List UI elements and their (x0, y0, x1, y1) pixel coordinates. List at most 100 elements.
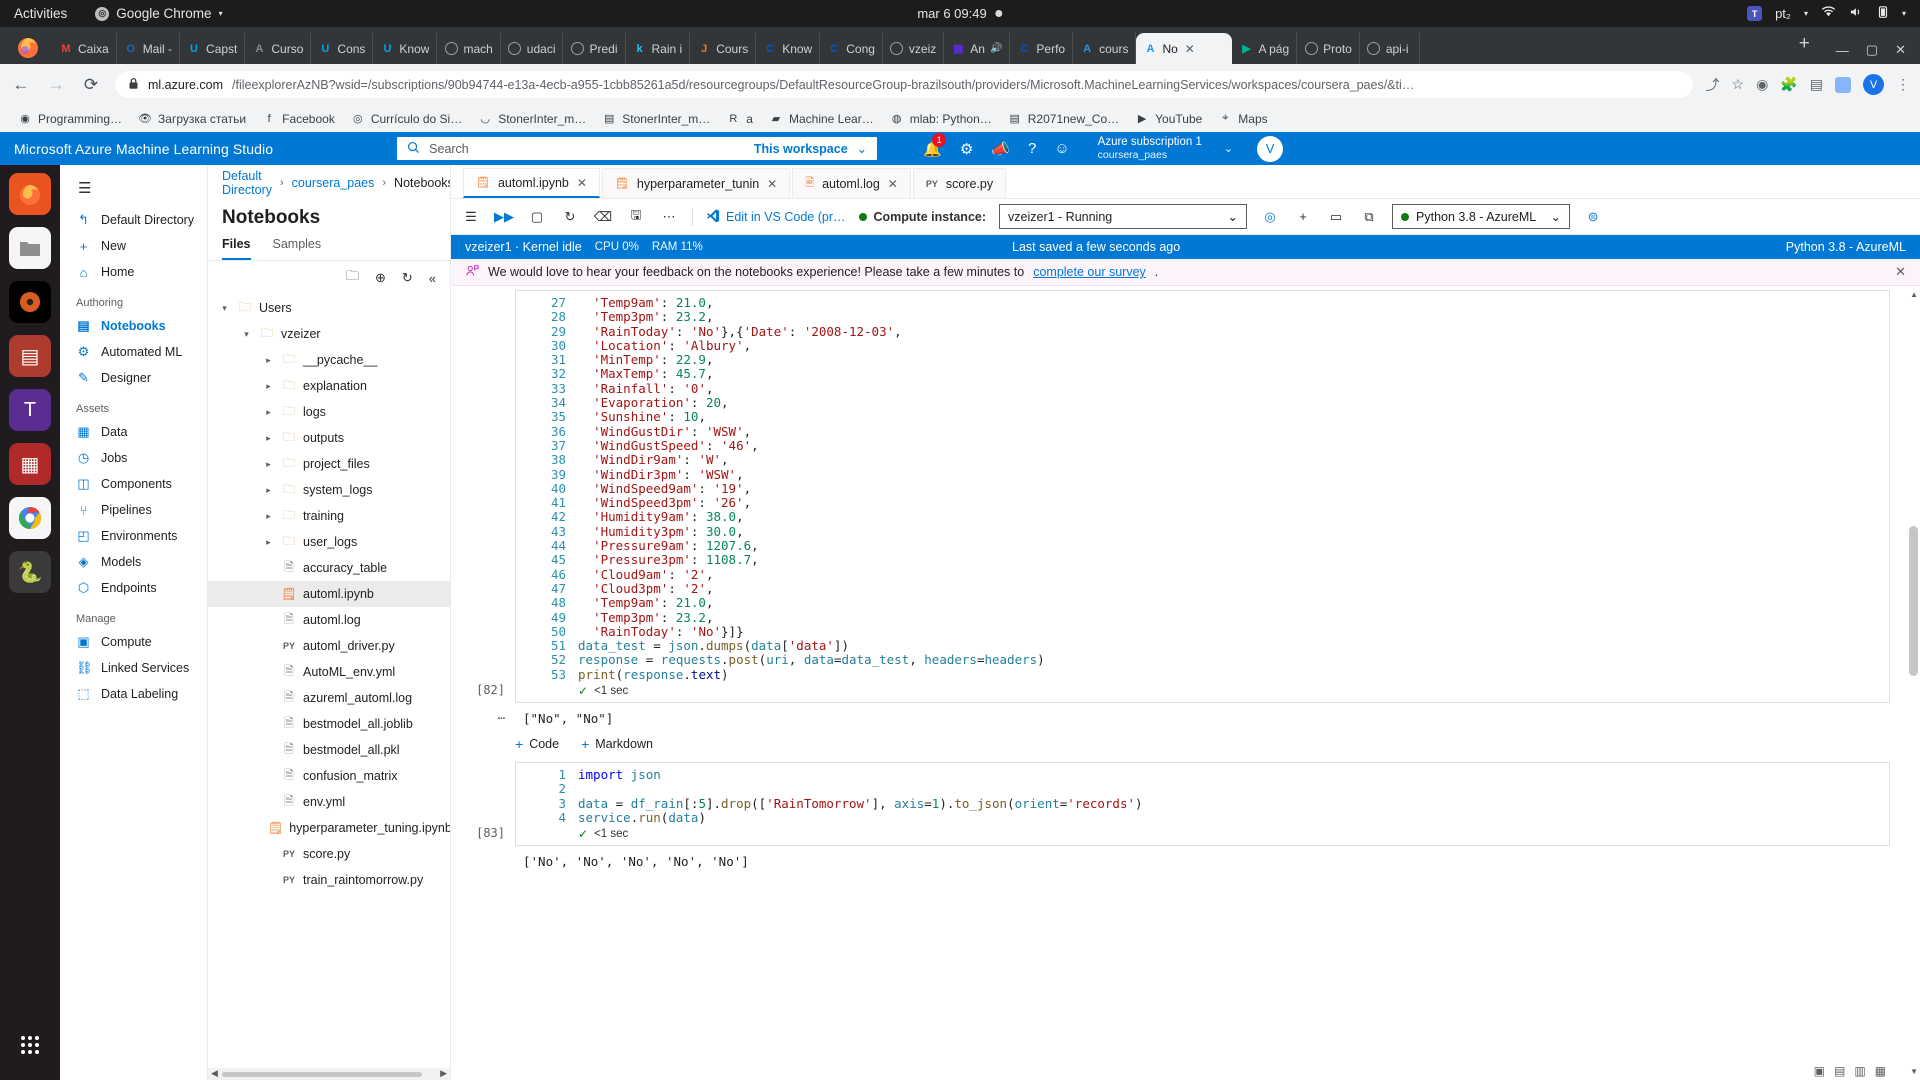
bookmark-item[interactable]: ◍mlab: Python… (882, 112, 1000, 126)
chevron-right-icon[interactable]: ▸ (262, 433, 275, 444)
menu-icon[interactable]: ☰ (461, 209, 481, 225)
files-horizontal-scrollbar[interactable]: ◀ ▶ (208, 1068, 450, 1080)
file-tree-item[interactable]: ▸🗀training (208, 503, 450, 529)
file-tree-item[interactable]: PYtrain_raintomorrow.py (208, 867, 450, 893)
browser-tab[interactable]: UCapst (180, 33, 245, 64)
forward-button[interactable]: → (45, 75, 67, 95)
volume-icon[interactable] (1849, 6, 1864, 21)
bookmark-item[interactable]: fFacebook (254, 112, 343, 126)
cell-code[interactable]: 27 'Temp9am': 21.0,28 'Temp3pm': 23.2,29… (516, 291, 1889, 682)
bell-icon[interactable]: 🔔1 (923, 140, 942, 158)
browser-tab[interactable]: UKnow (373, 33, 437, 64)
file-tree-item[interactable]: 🗒hyperparameter_tuning.ipynb (208, 815, 450, 841)
browser-tab[interactable]: CKnow (756, 33, 820, 64)
sidebar-item-data-labeling[interactable]: ⬚Data Labeling (60, 681, 207, 707)
dock-rhythmbox-icon[interactable] (9, 281, 51, 323)
bookmark-item[interactable]: ▶YouTube (1127, 112, 1210, 126)
active-app-menu[interactable]: ◎ Google Chrome ▾ (95, 6, 222, 21)
chevron-right-icon[interactable]: ▸ (262, 381, 275, 392)
file-tree-item[interactable]: 🗎confusion_matrix (208, 763, 450, 789)
account-avatar[interactable]: V (1257, 136, 1283, 162)
bookmark-item[interactable]: ▰Machine Lear… (761, 112, 882, 126)
add-markdown-cell-button[interactable]: +Markdown (581, 736, 653, 752)
bookmark-item[interactable]: Ra (718, 112, 761, 126)
notebook-tab[interactable]: 🗒hyperparameter_tunin✕ (602, 168, 790, 198)
vscroll-thumb[interactable] (1909, 526, 1918, 676)
dock-app-icon[interactable]: ▦ (9, 443, 51, 485)
teams-icon[interactable]: T (1747, 6, 1762, 21)
file-tree-item[interactable]: 🗎bestmodel_all.joblib (208, 711, 450, 737)
notebook-tab[interactable]: PYscore.py (913, 168, 1006, 198)
scroll-up-icon[interactable]: ▲ (1910, 290, 1918, 299)
sidebar-item-components[interactable]: ◫Components (60, 471, 207, 497)
chevron-down-icon[interactable]: ⌄ (1224, 142, 1233, 155)
sidebar-item-jobs[interactable]: ◷Jobs (60, 445, 207, 471)
scroll-left-icon[interactable]: ◀ (211, 1068, 218, 1079)
breadcrumb-root[interactable]: Default Directory (222, 169, 272, 197)
survey-link[interactable]: complete our survey (1033, 265, 1146, 279)
browser-tab[interactable]: OMail - (117, 33, 180, 64)
avatar[interactable]: V (1863, 74, 1884, 95)
bookmark-item[interactable]: ◎Currículo do Si… (343, 112, 470, 126)
close-icon[interactable]: ✕ (577, 176, 587, 190)
scroll-thumb[interactable] (222, 1072, 422, 1077)
search-input[interactable]: Search This workspace ⌄ (397, 137, 877, 160)
notebook-tab[interactable]: 🗎automl.log✕ (792, 168, 911, 198)
file-tree-item[interactable]: ▾🗀vzeizer (208, 321, 450, 347)
file-tree-item[interactable]: PYscore.py (208, 841, 450, 867)
back-button[interactable]: ← (10, 75, 32, 95)
browser-tab[interactable]: ▦An🔊 (944, 33, 1010, 64)
cell-tool-3-icon[interactable]: ▥ (1854, 1064, 1865, 1078)
dock-firefox-icon[interactable] (9, 173, 51, 215)
browser-tab[interactable]: ACurso (245, 33, 311, 64)
run-all-icon[interactable]: ▶▶ (494, 209, 514, 225)
browser-tab[interactable]: kRain i (626, 33, 691, 64)
cell-code[interactable]: 1import json23data = df_rain[:5].drop(['… (516, 763, 1889, 825)
close-icon[interactable]: ✕ (1895, 264, 1906, 280)
restart-kernel-icon[interactable]: ↻ (560, 209, 580, 225)
bookmark-item[interactable]: ▤StonerInter_m… (594, 112, 718, 126)
tab-close-icon[interactable]: ✕ (1185, 42, 1195, 56)
activities-button[interactable]: Activities (14, 6, 67, 21)
output-gutter[interactable]: ⋯ (451, 711, 515, 725)
file-tree-item[interactable]: 🗎env.yml (208, 789, 450, 815)
bookmark-item[interactable]: ◉Programming… (10, 112, 130, 126)
save-icon[interactable]: 🖫 (626, 206, 646, 228)
sidebar-item-environments[interactable]: ◰Environments (60, 523, 207, 549)
show-applications-icon[interactable] (9, 1024, 51, 1066)
sidebar-item-data[interactable]: ▦Data (60, 419, 207, 445)
notebook-vertical-scrollbar[interactable]: ▲ ▼ (1909, 290, 1918, 1076)
cell-editor[interactable]: 1import json23data = df_rain[:5].drop(['… (515, 762, 1890, 846)
subscription-info[interactable]: Azure subscription 1 coursera_paes (1098, 135, 1202, 163)
star-icon[interactable]: ☆ (1732, 76, 1745, 93)
notebook-cell[interactable]: [82]27 'Temp9am': 21.0,28 'Temp3pm': 23.… (451, 290, 1920, 703)
refresh-icon[interactable]: ↻ (402, 270, 413, 286)
sidebar-hamburger-icon[interactable]: ☰ (60, 171, 207, 207)
bookmark-item[interactable]: ▤R2071new_Co… (1000, 112, 1127, 126)
file-tree-item[interactable]: 🗎AutoML_env.yml (208, 659, 450, 685)
file-tree-item[interactable]: 🗒automl.ipynb (208, 581, 450, 607)
browser-tab[interactable]: mach (437, 33, 500, 64)
new-tab-button[interactable]: + (1787, 33, 1822, 59)
dock-chrome-icon[interactable] (9, 497, 51, 539)
bookmark-item[interactable]: ⌖Maps (1210, 112, 1275, 126)
cell-tool-4-icon[interactable]: ▦ (1875, 1064, 1886, 1078)
sidebar-item-compute[interactable]: ▣Compute (60, 629, 207, 655)
colorful-ext-icon[interactable]: ◉ (1756, 76, 1768, 93)
notebook-tab[interactable]: 🗒automl.ipynb✕ (463, 168, 600, 198)
os-tray[interactable]: T pt₂ ▾ ▾ (1747, 5, 1906, 22)
add-code-cell-button[interactable]: +Code (515, 736, 559, 752)
scroll-down-icon[interactable]: ▼ (1910, 1067, 1918, 1076)
sidebar-item-default-directory[interactable]: ↰Default Directory (60, 207, 207, 233)
browser-tab[interactable]: udaci (501, 33, 564, 64)
split-view-icon[interactable]: ⧉ (1359, 209, 1379, 225)
file-tree-item[interactable]: ▸🗀user_logs (208, 529, 450, 555)
more-options-icon[interactable]: ⋯ (659, 209, 679, 225)
file-tree-item[interactable]: PYautoml_driver.py (208, 633, 450, 659)
puzzle-ext-icon[interactable]: 🧩 (1780, 76, 1797, 93)
sidebar-item-models[interactable]: ◈Models (60, 549, 207, 575)
add-compute-icon[interactable]: + (1293, 209, 1313, 224)
file-tree-item[interactable]: 🗎azureml_automl.log (208, 685, 450, 711)
chevron-right-icon[interactable]: ▸ (262, 459, 275, 470)
browser-tab[interactable]: ▶A pág (1232, 33, 1297, 64)
